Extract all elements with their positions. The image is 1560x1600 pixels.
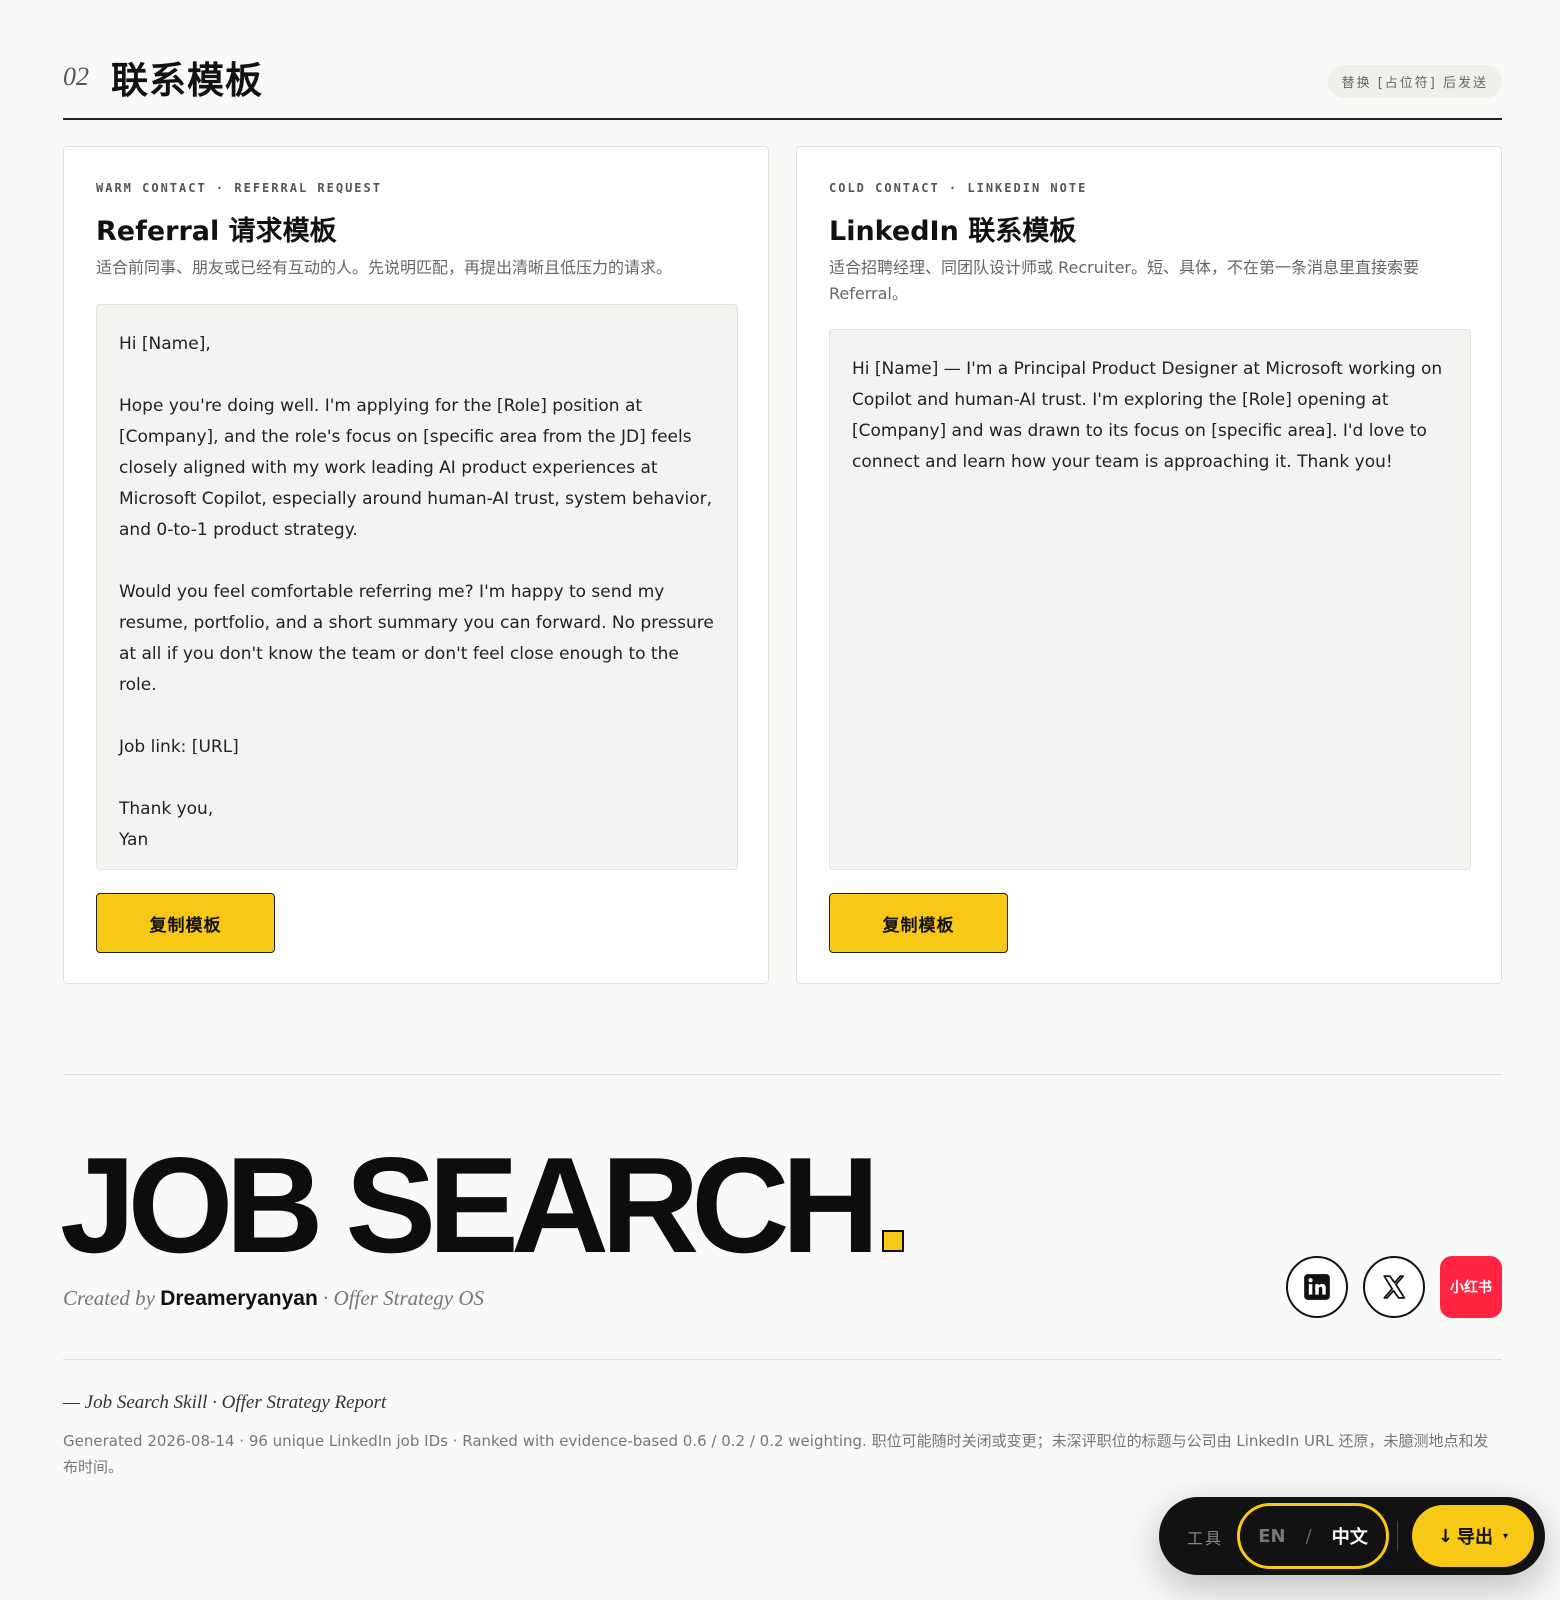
xiaohongshu-link[interactable]: 小红书 bbox=[1440, 1256, 1502, 1318]
brand-wordmark: JOB SEARCH bbox=[60, 1137, 904, 1273]
section-title: 联系模板 bbox=[111, 59, 263, 102]
lang-separator: / bbox=[1305, 1525, 1312, 1547]
language-toggle[interactable]: EN / 中文 bbox=[1237, 1503, 1389, 1569]
brand-dot-icon bbox=[881, 1230, 904, 1252]
card-description: 适合前同事、朋友或已经有互动的人。先说明匹配，再提出清晰且低压力的请求。 bbox=[96, 258, 673, 277]
tools-label: 工具 bbox=[1187, 1529, 1224, 1548]
footer-divider-2 bbox=[63, 1359, 1502, 1360]
lang-zh-option[interactable]: 中文 bbox=[1332, 1523, 1368, 1549]
export-label: 导出 bbox=[1457, 1527, 1494, 1548]
download-arrow-icon: ↓ bbox=[1437, 1525, 1454, 1547]
card-description: 适合招聘经理、同团队设计师或 Recruiter。短、具体，不在第一条消息里直接… bbox=[829, 258, 1419, 303]
lang-en-option[interactable]: EN bbox=[1258, 1526, 1285, 1547]
floating-toolbar: 工具 EN / 中文 ↓ 导出 ▾ bbox=[1159, 1497, 1545, 1575]
copy-linkedin-template-button[interactable]: 复制模板 bbox=[829, 893, 1008, 953]
linkedin-template-card: COLD CONTACT · LINKEDIN NOTE LinkedIn 联系… bbox=[796, 146, 1502, 984]
referral-template-card: WARM CONTACT · REFERRAL REQUEST Referral… bbox=[63, 146, 769, 984]
card-title: Referral 请求模板 bbox=[96, 216, 337, 247]
copy-referral-template-button[interactable]: 复制模板 bbox=[96, 893, 275, 953]
referral-template-text[interactable]: Hi [Name], Hope you're doing well. I'm a… bbox=[96, 304, 738, 870]
footer-divider bbox=[63, 1074, 1502, 1075]
card-title: LinkedIn 联系模板 bbox=[829, 216, 1077, 247]
byline-suffix: · Offer Strategy OS bbox=[323, 1286, 485, 1310]
x-link[interactable] bbox=[1363, 1256, 1425, 1318]
export-button[interactable]: ↓ 导出 ▾ bbox=[1412, 1505, 1534, 1567]
x-icon bbox=[1383, 1275, 1406, 1299]
toolbar-divider bbox=[1397, 1521, 1398, 1551]
byline: Created by Dreameryanyan · Offer Strateg… bbox=[63, 1286, 484, 1311]
section-number: 02 bbox=[63, 62, 89, 91]
linkedin-template-text[interactable]: Hi [Name] — I'm a Principal Product Desi… bbox=[829, 329, 1471, 870]
chevron-down-icon: ▾ bbox=[1503, 1530, 1509, 1542]
linkedin-icon bbox=[1304, 1274, 1330, 1300]
card-eyebrow: COLD CONTACT · LINKEDIN NOTE bbox=[829, 181, 1088, 195]
brand-wordmark-text: JOB SEARCH bbox=[60, 1129, 880, 1281]
linkedin-link[interactable] bbox=[1286, 1256, 1348, 1318]
placeholder-hint-badge: 替换 [占位符] 后发送 bbox=[1327, 65, 1502, 98]
footer-note: Generated 2026-08-14 · 96 unique LinkedI… bbox=[63, 1432, 1489, 1476]
byline-author: Dreameryanyan bbox=[160, 1287, 318, 1310]
byline-prefix: Created by bbox=[63, 1286, 155, 1310]
card-eyebrow: WARM CONTACT · REFERRAL REQUEST bbox=[96, 181, 382, 195]
footer-title: — Job Search Skill · Offer Strategy Repo… bbox=[63, 1392, 387, 1413]
section-header: 02 联系模板 替换 [占位符] 后发送 bbox=[63, 50, 1502, 120]
